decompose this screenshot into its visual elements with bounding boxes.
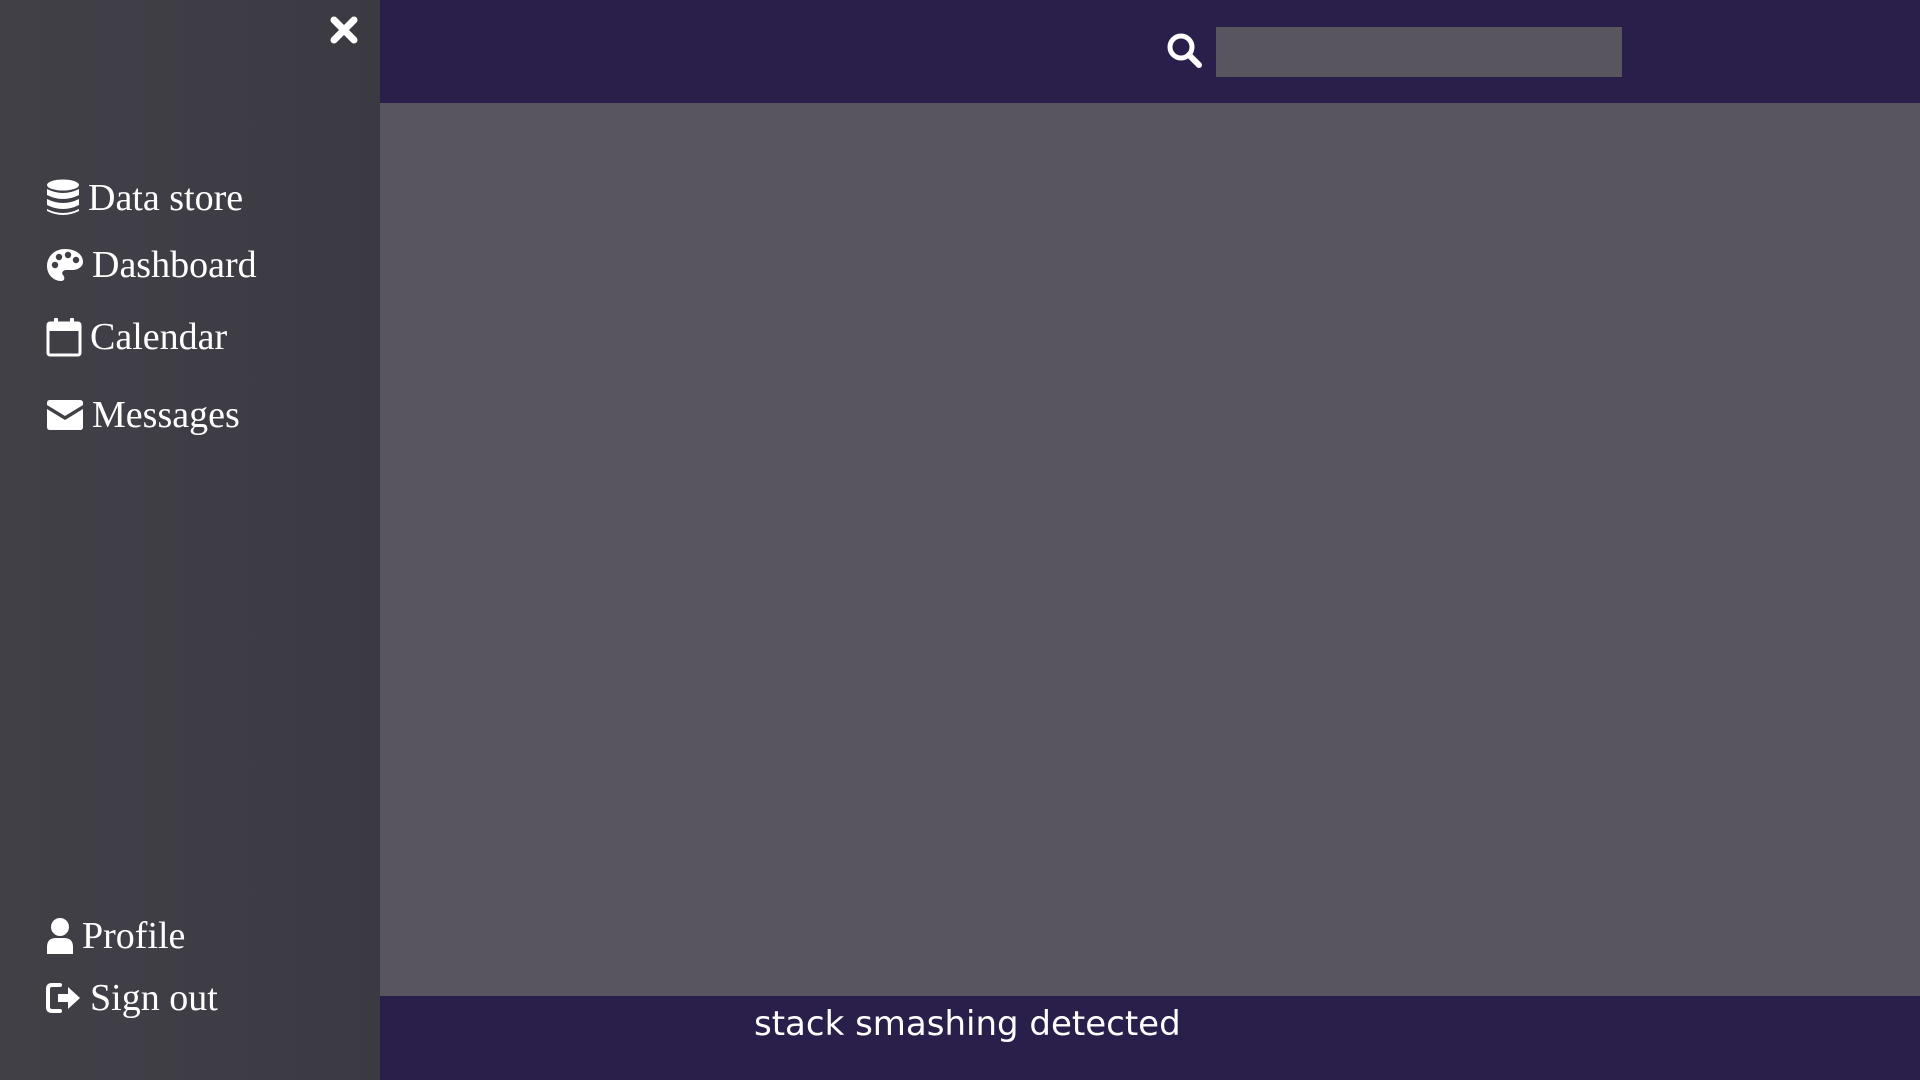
sidebar-item-messages[interactable]: Messages [46, 393, 240, 437]
top-bar [380, 0, 1920, 103]
palette-icon [46, 248, 84, 282]
search-input[interactable] [1216, 27, 1622, 77]
sign-out-icon [46, 982, 82, 1014]
envelope-icon [46, 399, 84, 431]
close-icon [330, 16, 358, 44]
sidebar: Data store Dashboard Calendar Messages P… [0, 0, 380, 1080]
sidebar-item-label: Messages [92, 394, 240, 436]
app-window: Data store Dashboard Calendar Messages P… [0, 0, 1920, 1080]
database-icon [46, 179, 80, 217]
sidebar-item-sign-out[interactable]: Sign out [46, 976, 218, 1020]
calendar-icon [46, 317, 82, 357]
sidebar-item-profile[interactable]: Profile [46, 914, 185, 958]
search-icon[interactable] [1164, 30, 1204, 70]
sidebar-item-label: Sign out [90, 977, 218, 1019]
main-content [380, 103, 1920, 996]
status-message: stack smashing detected [754, 1004, 1181, 1044]
sidebar-item-label: Profile [82, 915, 186, 957]
sidebar-item-label: Data store [88, 177, 244, 219]
sidebar-item-label: Calendar [90, 316, 228, 358]
status-bar: stack smashing detected [380, 996, 1920, 1080]
sidebar-item-data-store[interactable]: Data store [46, 176, 243, 220]
sidebar-item-label: Dashboard [92, 244, 257, 286]
close-sidebar-button[interactable] [324, 10, 364, 50]
sidebar-item-dashboard[interactable]: Dashboard [46, 243, 257, 287]
user-icon [46, 917, 74, 955]
sidebar-item-calendar[interactable]: Calendar [46, 315, 227, 359]
